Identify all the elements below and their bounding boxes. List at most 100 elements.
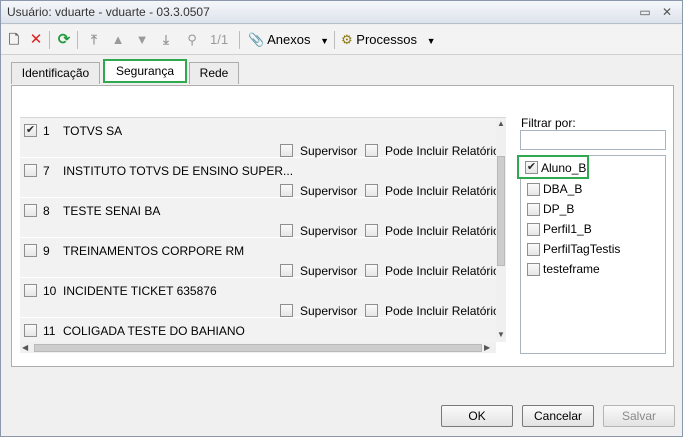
supervisor-checkbox[interactable] <box>280 144 293 157</box>
table-row[interactable]: 8 TESTE SENAI BA Supervisor Pode Incluir… <box>20 198 506 238</box>
reports-checkbox[interactable] <box>365 304 378 317</box>
minimize-icon[interactable]: ▭ <box>637 4 653 20</box>
processos-menu[interactable]: ⚙ Processos ▼ <box>341 30 436 50</box>
reports-label: Pode Incluir Relatórios <box>385 304 506 318</box>
tab-seguranca[interactable]: Segurança <box>103 59 187 83</box>
row-checkbox[interactable] <box>24 164 37 177</box>
previous-record-icon[interactable]: ▲ <box>109 30 127 50</box>
supervisor-label: Supervisor <box>300 264 358 278</box>
filter-input[interactable] <box>520 130 666 150</box>
row-company-name: TESTE SENAI BA <box>63 204 161 218</box>
user-dialog: Usuário: vduarte - vduarte - 03.3.0507 ▭… <box>0 0 683 437</box>
new-document-icon[interactable]: 🗋 <box>5 30 23 50</box>
table-row[interactable]: 9 TREINAMENTOS CORPORE RM Supervisor Pod… <box>20 238 506 278</box>
supervisor-checkbox[interactable] <box>280 224 293 237</box>
reports-checkbox[interactable] <box>365 184 378 197</box>
profile-label: DP_B <box>543 202 575 216</box>
filter-label: Filtrar por: <box>521 116 576 130</box>
profile-checkbox[interactable]: ✔ <box>525 161 538 174</box>
supervisor-label: Supervisor <box>300 184 358 198</box>
row-company-name: INSTITUTO TOTVS DE ENSINO SUPER... <box>63 164 294 178</box>
refresh-icon[interactable]: ⟳ <box>55 30 73 50</box>
gear-icon: ⚙ <box>341 32 353 47</box>
anexos-menu[interactable]: 📎 Anexos ▼ <box>248 30 329 50</box>
profile-checkbox[interactable] <box>527 263 540 276</box>
row-company-name: TREINAMENTOS CORPORE RM <box>63 244 245 258</box>
row-checkbox[interactable]: ✔ <box>24 124 37 137</box>
first-record-icon[interactable]: ⤒ <box>85 30 103 50</box>
anexos-label: Anexos <box>267 32 311 47</box>
supervisor-checkbox[interactable] <box>280 184 293 197</box>
reports-label: Pode Incluir Relatórios <box>385 264 506 278</box>
scroll-right-icon[interactable]: ▶ <box>484 343 490 352</box>
last-record-icon[interactable]: ⤓ <box>157 30 175 50</box>
reports-label: Pode Incluir Relatórios <box>385 144 506 158</box>
reports-label: Pode Incluir Relatórios <box>385 224 506 238</box>
next-record-icon[interactable]: ▼ <box>133 30 151 50</box>
reports-checkbox[interactable] <box>365 224 378 237</box>
supervisor-checkbox[interactable] <box>280 264 293 277</box>
companies-grid: ✔ 1 TOTVS SA Supervisor Pode Incluir Rel… <box>20 117 506 353</box>
profile-checkbox[interactable] <box>527 243 540 256</box>
table-row[interactable]: ✔ 1 TOTVS SA Supervisor Pode Incluir Rel… <box>20 118 506 158</box>
row-checkbox[interactable] <box>24 244 37 257</box>
tab-rede[interactable]: Rede <box>189 62 239 84</box>
window-title: Usuário: vduarte - vduarte - 03.3.0507 <box>7 5 210 19</box>
supervisor-label: Supervisor <box>300 304 358 318</box>
row-company-name: INCIDENTE TICKET 635876 <box>63 284 217 298</box>
ok-button[interactable]: OK <box>441 405 513 427</box>
binoculars-icon[interactable]: ⚲ <box>183 30 201 50</box>
reports-label: Pode Incluir Relatórios <box>385 184 506 198</box>
paperclip-icon: 📎 <box>248 32 265 47</box>
row-checkbox[interactable] <box>24 204 37 217</box>
delete-icon[interactable]: ✕ <box>27 30 45 50</box>
profile-label: DBA_B <box>543 182 583 196</box>
table-row[interactable]: 10 INCIDENTE TICKET 635876 Supervisor Po… <box>20 278 506 318</box>
cancel-button[interactable]: Cancelar <box>522 405 594 427</box>
horizontal-scrollbar[interactable]: ◀ ▶ <box>20 342 496 353</box>
scroll-left-icon[interactable]: ◀ <box>22 343 28 352</box>
profile-label: testeframe <box>543 262 600 276</box>
profile-checkbox[interactable] <box>527 203 540 216</box>
profile-label: Perfil1_B <box>543 222 592 236</box>
row-number: 9 <box>43 244 50 258</box>
profile-checkbox[interactable] <box>527 223 540 236</box>
row-company-name: COLIGADA TESTE DO BAHIANO <box>63 324 245 338</box>
supervisor-label: Supervisor <box>300 224 358 238</box>
chevron-down-icon: ▼ <box>426 36 436 46</box>
row-checkbox[interactable] <box>24 324 37 337</box>
list-item[interactable]: ✔ Aluno_B <box>517 155 589 179</box>
row-company-name: TOTVS SA <box>63 124 123 138</box>
scroll-down-icon[interactable]: ▼ <box>497 330 505 339</box>
toolbar-separator <box>239 31 240 49</box>
vertical-scroll-thumb[interactable] <box>497 156 505 266</box>
row-checkbox[interactable] <box>24 284 37 297</box>
chevron-down-icon: ▼ <box>320 36 330 46</box>
horizontal-scroll-thumb[interactable] <box>34 344 482 352</box>
toolbar-separator <box>334 31 335 49</box>
toolbar: 🗋 ✕ ⟳ ⤒ ▲ ▼ ⤓ ⚲ 1/1 📎 Anexos ▼ ⚙ Process… <box>1 25 682 55</box>
tab-identificacao[interactable]: Identificação <box>11 62 100 84</box>
reports-checkbox[interactable] <box>365 264 378 277</box>
toolbar-separator <box>77 31 78 49</box>
row-number: 1 <box>43 124 50 138</box>
profile-checkbox[interactable] <box>527 183 540 196</box>
profile-filter-list: ✔ Aluno_B DBA_B DP_B Perfil1_B PerfilTag… <box>517 155 666 354</box>
record-position: 1/1 <box>210 32 229 47</box>
seguranca-panel: ✔ 1 TOTVS SA Supervisor Pode Incluir Rel… <box>11 85 674 367</box>
row-number: 7 <box>43 164 50 178</box>
toolbar-separator <box>49 31 50 49</box>
row-number: 10 <box>43 284 57 298</box>
vertical-scrollbar[interactable]: ▲ ▼ <box>496 118 506 342</box>
supervisor-checkbox[interactable] <box>280 304 293 317</box>
table-row[interactable]: 7 INSTITUTO TOTVS DE ENSINO SUPER... Sup… <box>20 158 506 198</box>
processos-label: Processos <box>356 32 417 47</box>
row-number: 11 <box>43 324 56 338</box>
title-bar: Usuário: vduarte - vduarte - 03.3.0507 ▭… <box>1 1 682 24</box>
supervisor-label: Supervisor <box>300 144 358 158</box>
scroll-up-icon[interactable]: ▲ <box>497 119 505 128</box>
profile-label: PerfilTagTestis <box>543 242 621 256</box>
reports-checkbox[interactable] <box>365 144 378 157</box>
save-button[interactable]: Salvar <box>603 405 675 427</box>
close-icon[interactable]: ✕ <box>659 4 675 20</box>
